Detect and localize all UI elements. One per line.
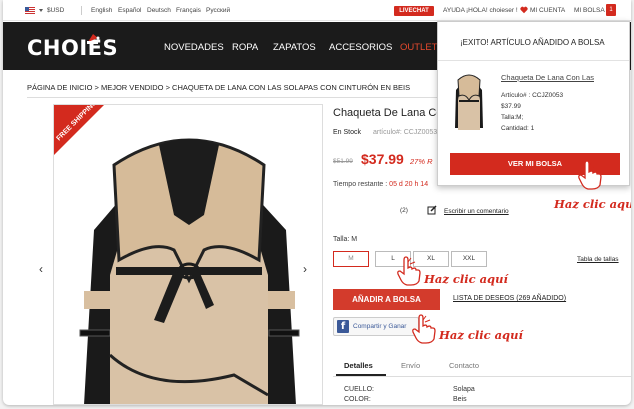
pencil-icon[interactable] <box>427 205 437 215</box>
bag-count-badge[interactable]: 1 <box>606 4 616 16</box>
divider <box>438 60 629 61</box>
tab-detalles[interactable]: Detalles <box>344 361 373 370</box>
tab-envio[interactable]: Envío <box>401 361 420 370</box>
chevron-down-icon[interactable] <box>39 9 43 12</box>
breadcrumb[interactable]: PÁGINA DE INICIO > MEJOR VENDIDO > CHAQU… <box>27 83 410 92</box>
spec-value: Beis <box>453 396 467 403</box>
spec-key: CUELLO: <box>344 386 374 393</box>
prev-arrow-icon[interactable]: ‹ <box>39 262 43 276</box>
facebook-share-button[interactable]: f Compartir y Ganar <box>333 317 419 336</box>
currency-selector[interactable]: $USD <box>47 7 64 14</box>
tab-contacto[interactable]: Contacto <box>449 361 479 370</box>
countdown-value: 05 d 20 h 14 <box>389 181 429 188</box>
lang-english[interactable]: English <box>91 7 112 14</box>
livechat-button[interactable]: LIVECHAT <box>394 6 434 16</box>
nav-accesorios[interactable]: ACCESORIOS <box>329 42 392 53</box>
site-logo[interactable]: CHOIES <box>27 36 118 60</box>
nav-ropa[interactable]: ROPA <box>232 42 258 53</box>
nav-novedades[interactable]: NOVEDADES <box>164 42 224 53</box>
product-sku: artículo#: CCJZ0053 <box>373 129 438 136</box>
size-guide-link[interactable]: Tabla de tallas <box>577 256 619 263</box>
divider <box>81 6 82 15</box>
lang-francais[interactable]: Français <box>176 7 201 14</box>
item-size: Talla:M; <box>501 114 524 121</box>
divider <box>333 376 631 377</box>
my-account-link[interactable]: MI CUENTA <box>530 7 565 14</box>
click-here-callout: Haz clic aquí <box>554 197 631 211</box>
pointer-hand-icon <box>578 160 602 190</box>
nav-zapatos[interactable]: ZAPATOS <box>273 42 316 53</box>
next-arrow-icon[interactable]: › <box>303 262 307 276</box>
share-label: Compartir y Ganar <box>353 323 407 330</box>
stock-status: En Stock <box>333 129 362 136</box>
size-label: Talla: M <box>333 236 358 243</box>
my-bag-link[interactable]: MI BOLSA <box>574 7 605 14</box>
item-quantity: Cantidad: 1 <box>501 125 535 132</box>
click-here-callout: Haz clic aquí <box>424 272 508 286</box>
santa-hat-icon <box>87 34 100 44</box>
pointer-hand-icon <box>412 314 436 344</box>
add-to-bag-button[interactable]: AÑADIR A BOLSA <box>333 289 440 310</box>
top-bar: $USD English Español Deutsch Français Ру… <box>3 0 631 21</box>
size-option-m[interactable]: M <box>333 251 369 267</box>
popup-heading: ¡EXITO! ARTÍCULO AÑADIDO A BOLSA <box>460 38 605 47</box>
item-thumbnail[interactable] <box>453 72 485 130</box>
nav-outlet[interactable]: OUTLET <box>400 42 437 53</box>
spec-key: COLOR: <box>344 396 371 403</box>
heart-icon[interactable] <box>520 6 528 14</box>
product-page: $USD English Español Deutsch Français Ру… <box>3 0 631 405</box>
lang-russian[interactable]: Русский <box>206 7 230 14</box>
write-review-link[interactable]: Escribir un comentario <box>444 208 509 215</box>
lang-deutsch[interactable]: Deutsch <box>147 7 171 14</box>
size-option-xxl[interactable]: XXL <box>451 251 487 267</box>
countdown: Tiempo restante : 05 d 20 h 14 <box>333 181 428 188</box>
item-name-link[interactable]: Chaqueta De Lana Con Las <box>501 73 594 82</box>
greeting-text: ¡HOLA! choieser ! <box>466 7 518 14</box>
item-sku: Artículo# : CCJZ0053 <box>501 92 564 99</box>
click-here-callout: Haz clic aquí <box>439 328 523 342</box>
us-flag-icon[interactable] <box>25 7 35 14</box>
free-shipping-ribbon: FREE SHIPPING <box>54 105 104 155</box>
lang-espanol[interactable]: Español <box>118 7 142 14</box>
wishlist-link[interactable]: LISTA DE DESEOS (269 AÑADIDO) <box>453 295 566 302</box>
item-price: $37.99 <box>501 103 521 110</box>
product-image[interactable]: FREE SHIPPING <box>53 104 323 405</box>
pointer-hand-icon <box>397 256 421 286</box>
help-link[interactable]: AYUDA <box>443 7 465 14</box>
review-count[interactable]: (2) <box>400 207 408 214</box>
product-title: Chaqueta De Lana Co <box>333 107 443 119</box>
price: $37.99 <box>361 151 404 167</box>
discount-label: 27% R <box>410 157 433 166</box>
old-price: $51.99 <box>333 158 353 165</box>
countdown-label: Tiempo restante : <box>333 181 388 188</box>
spec-value: Solapa <box>453 386 475 393</box>
facebook-icon: f <box>337 320 349 333</box>
